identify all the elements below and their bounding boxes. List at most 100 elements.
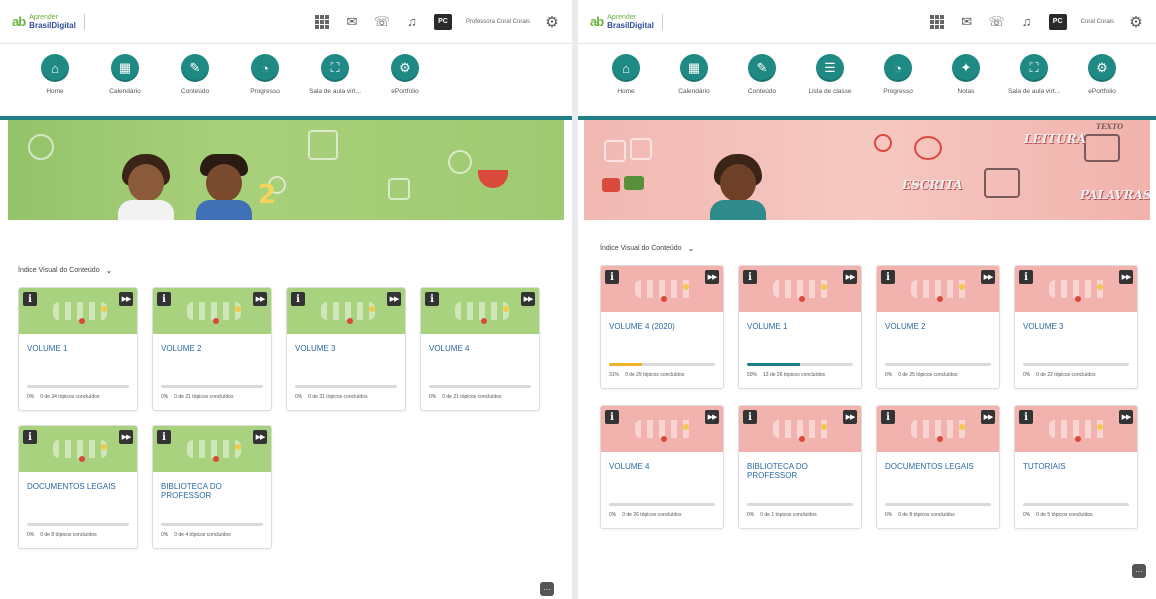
user-name[interactable]: Professora Coral Corais [466,19,530,25]
card-title[interactable]: VOLUME 4 [609,462,715,471]
chevron-down-icon: ⌄ [105,266,113,275]
content-card[interactable]: i ▶▶ VOLUME 4 0% 0 de 26 tópicos concluí… [600,405,724,529]
logo-line2: BrasilDigital [607,20,654,30]
card-progress-meta: 0% 0 de 1 tópicos concluídos [747,512,817,518]
gear-icon[interactable]: ⚙ [544,14,560,31]
content-card[interactable]: i ▶▶ VOLUME 4 (2020) 31% 9 de 29 tópicos… [600,265,724,389]
calendar-icon: ▦ [111,54,139,82]
card-title[interactable]: DOCUMENTOS LEGAIS [27,482,129,491]
fast-forward-icon[interactable]: ▶▶ [253,292,267,306]
info-icon[interactable]: i [881,270,895,284]
info-icon[interactable]: i [425,292,439,306]
fast-forward-icon[interactable]: ▶▶ [119,430,133,444]
info-icon[interactable]: i [291,292,305,306]
nav-item-notas[interactable]: ✦ Notas [932,54,1000,95]
avatar[interactable]: PC [433,13,452,30]
fast-forward-icon[interactable]: ▶▶ [253,430,267,444]
card-title[interactable]: TUTORIAIS [1023,462,1129,471]
visual-index-toggle[interactable]: Índice Visual do Conteúdo ⌄ [18,266,554,275]
info-icon[interactable]: i [743,410,757,424]
content-card[interactable]: i ▶▶ VOLUME 1 0% 0 de 34 tópicos concluí… [18,287,138,411]
bell-icon[interactable]: ♫ [1019,14,1035,30]
nav-item-conte-do[interactable]: ✎ Conteúdo [728,54,796,95]
card-title[interactable]: VOLUME 3 [295,344,397,353]
fast-forward-icon[interactable]: ▶▶ [981,410,995,424]
gear-icon[interactable]: ⚙ [1128,14,1144,31]
content-card[interactable]: i ▶▶ DOCUMENTOS LEGAIS 0% 0 de 8 tópicos… [18,425,138,549]
fast-forward-icon[interactable]: ▶▶ [705,410,719,424]
card-body: BIBLIOTECA DO PROFESSOR 0% 0 de 1 tópico… [739,452,861,528]
card-title[interactable]: VOLUME 1 [27,344,129,353]
card-title[interactable]: VOLUME 1 [747,322,853,331]
content-card[interactable]: i ▶▶ VOLUME 2 0% 0 de 21 tópicos concluí… [152,287,272,411]
progress-topics: 0 de 34 tópicos concluídos [40,394,100,400]
card-title[interactable]: VOLUME 4 (2020) [609,322,715,331]
info-icon[interactable]: i [23,292,37,306]
nav-item-sala-de-aula-virt[interactable]: ⛶ Sala de aula virt... [1000,54,1068,95]
card-title[interactable]: DOCUMENTOS LEGAIS [885,462,991,471]
fast-forward-icon[interactable]: ▶▶ [1119,410,1133,424]
nav-item-calend-rio[interactable]: ▦ Calendário [660,54,728,95]
info-icon[interactable]: i [157,430,171,444]
info-icon[interactable]: i [1019,410,1033,424]
card-title[interactable]: VOLUME 4 [429,344,531,353]
bell-icon[interactable]: ♫ [404,14,420,30]
nav-item-home[interactable]: ⌂ Home [20,54,90,95]
mail-icon[interactable]: ✉ [344,14,360,30]
nav-item-lista-de-classe[interactable]: ☰ Lista de classe [796,54,864,95]
info-icon[interactable]: i [743,270,757,284]
info-icon[interactable]: i [1019,270,1033,284]
info-icon[interactable]: i [605,410,619,424]
doodle-square [388,178,410,200]
info-icon[interactable]: i [157,292,171,306]
content-card[interactable]: i ▶▶ BIBLIOTECA DO PROFESSOR 0% 0 de 4 t… [152,425,272,549]
logo[interactable]: ab Aprender BrasilDigital [590,14,654,30]
more-options-button[interactable]: ··· [1132,564,1146,578]
user-name[interactable]: Coral Corais [1081,19,1114,25]
content-card[interactable]: i ▶▶ VOLUME 3 0% 0 de 22 tópicos concluí… [1014,265,1138,389]
mail-icon[interactable]: ✉ [959,14,975,30]
nav-item-sala-de-aula-virt[interactable]: ⛶ Sala de aula virt... [300,54,370,95]
fast-forward-icon[interactable]: ▶▶ [387,292,401,306]
chat-icon[interactable]: ☏ [989,14,1005,30]
fast-forward-icon[interactable]: ▶▶ [843,410,857,424]
nav-item-eportfolio[interactable]: ⚙ ePortfolio [370,54,440,95]
more-options-button[interactable]: ··· [540,582,554,596]
fast-forward-icon[interactable]: ▶▶ [843,270,857,284]
content-card[interactable]: i ▶▶ VOLUME 3 0% 0 de 31 tópicos concluí… [286,287,406,411]
nav-item-conte-do[interactable]: ✎ Conteúdo [160,54,230,95]
fast-forward-icon[interactable]: ▶▶ [1119,270,1133,284]
content-card[interactable]: i ▶▶ VOLUME 1 50% 13 de 26 tópicos concl… [738,265,862,389]
card-thumbnail: i ▶▶ [153,426,271,472]
nav-item-progresso[interactable]: ◔ Progresso [864,54,932,95]
main-nav: ⌂ Home ▦ Calendário ✎ Conteúdo ☰ Lista de class… [578,44,1156,116]
content-card[interactable]: i ▶▶ VOLUME 2 0% 0 de 25 tópicos concluí… [876,265,1000,389]
visual-index-toggle[interactable]: Índice Visual do Conteúdo ⌄ [600,244,1134,253]
info-icon[interactable]: i [23,430,37,444]
fast-forward-icon[interactable]: ▶▶ [521,292,535,306]
card-title[interactable]: VOLUME 3 [1023,322,1129,331]
fast-forward-icon[interactable]: ▶▶ [705,270,719,284]
apps-grid-icon[interactable] [929,14,945,30]
fast-forward-icon[interactable]: ▶▶ [981,270,995,284]
card-title[interactable]: VOLUME 2 [161,344,263,353]
info-icon[interactable]: i [881,410,895,424]
card-title[interactable]: BIBLIOTECA DO PROFESSOR [747,462,853,480]
card-title[interactable]: BIBLIOTECA DO PROFESSOR [161,482,263,500]
nav-item-eportfolio[interactable]: ⚙ ePortfolio [1068,54,1136,95]
logo[interactable]: ab Aprender BrasilDigital [12,14,76,30]
nav-item-calend-rio[interactable]: ▦ Calendário [90,54,160,95]
apps-grid-icon[interactable] [314,14,330,30]
content-card[interactable]: i ▶▶ DOCUMENTOS LEGAIS 0% 0 de 8 tópicos… [876,405,1000,529]
progress-bar [429,385,531,388]
content-card[interactable]: i ▶▶ TUTORIAIS 0% 0 de 5 tópicos concluí… [1014,405,1138,529]
chat-icon[interactable]: ☏ [374,14,390,30]
avatar[interactable]: PC [1048,13,1067,30]
content-card[interactable]: i ▶▶ VOLUME 4 0% 0 de 21 tópicos concluí… [420,287,540,411]
nav-item-home[interactable]: ⌂ Home [592,54,660,95]
fast-forward-icon[interactable]: ▶▶ [119,292,133,306]
nav-item-progresso[interactable]: ◔ Progresso [230,54,300,95]
card-title[interactable]: VOLUME 2 [885,322,991,331]
content-card[interactable]: i ▶▶ BIBLIOTECA DO PROFESSOR 0% 0 de 1 t… [738,405,862,529]
info-icon[interactable]: i [605,270,619,284]
